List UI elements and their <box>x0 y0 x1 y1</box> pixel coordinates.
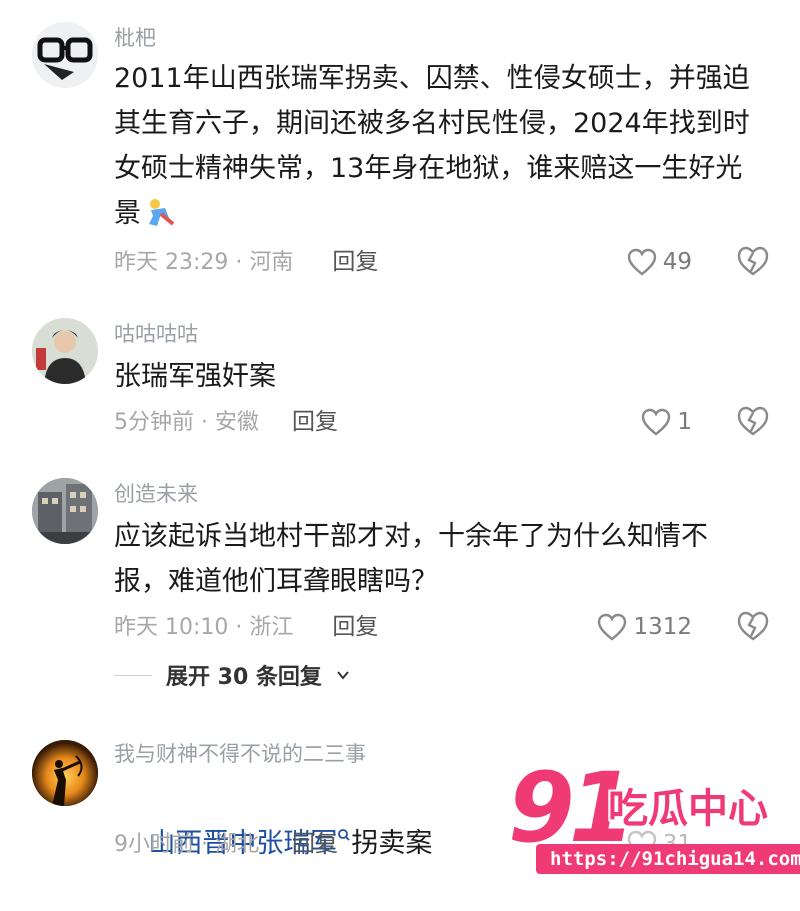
broken-heart-icon <box>737 406 769 436</box>
comment-time-location: 5分钟前 · 安徽 <box>114 410 259 435</box>
comment-item: 枇杷 2011年山西张瑞军拐卖、囚禁、性侵女硕士，并强迫其生育六子，期间还被多名… <box>0 0 800 300</box>
avatar[interactable] <box>32 318 98 384</box>
comment-username[interactable]: 枇杷 <box>114 26 156 50</box>
comment-text: 应该起诉当地村干部才对，十余年了为什么知情不报，难道他们耳聋眼瞎吗？ <box>114 521 708 597</box>
comment-time-location: 昨天 10:10 · 浙江 <box>114 615 294 640</box>
watermark-url: https://91chigua14.com <box>536 844 800 874</box>
dislike-button[interactable] <box>736 405 770 439</box>
reply-button[interactable]: 回复 <box>292 408 338 436</box>
search-icon[interactable] <box>337 828 351 842</box>
heart-icon <box>642 408 671 436</box>
divider <box>114 674 152 676</box>
like-count: 49 <box>662 249 692 275</box>
comment-meta: 9小时前 · 湖北 回复 <box>114 830 338 859</box>
glasses-avatar-icon <box>32 22 98 88</box>
reply-button[interactable]: 回复 <box>332 248 378 276</box>
comment-body: 拐卖案 <box>351 828 433 859</box>
comment-body: 2011年山西张瑞军拐卖、囚禁、性侵女硕士，并强迫其生育六子，期间还被多名村民性… <box>114 63 750 229</box>
dislike-button[interactable] <box>736 610 770 644</box>
dislike-button[interactable] <box>736 245 770 279</box>
watermark-logo: 91 吃瓜中心 https://91chigua14.com <box>496 752 800 882</box>
comment-text: 张瑞军强奸案 <box>114 361 276 392</box>
avatar[interactable] <box>32 22 98 88</box>
running-person-emoji-icon <box>143 197 175 242</box>
heart-icon <box>627 248 656 276</box>
heart-icon <box>598 613 627 641</box>
broken-heart-icon <box>737 611 769 641</box>
broken-heart-icon <box>737 246 769 276</box>
expand-replies-button[interactable]: 展开 30 条回复 <box>114 660 350 690</box>
comment-item: 咕咕咕咕 张瑞军强奸案 5分钟前 · 安徽 回复 1 <box>0 300 800 450</box>
comment-meta: 5分钟前 · 安徽 回复 <box>114 408 338 437</box>
like-button[interactable]: 1 <box>641 404 692 440</box>
comment-meta: 昨天 23:29 · 河南 回复 <box>114 248 378 277</box>
like-count: 1312 <box>633 614 692 640</box>
comment-username[interactable]: 创造未来 <box>114 482 198 506</box>
building-avatar-icon <box>32 478 98 544</box>
expand-replies-label: 展开 30 条回复 <box>166 665 322 690</box>
comment-text: 2011年山西张瑞军拐卖、囚禁、性侵女硕士，并强迫其生育六子，期间还被多名村民性… <box>114 56 764 242</box>
sunset-avatar-icon <box>32 740 98 806</box>
comment-username[interactable]: 我与财神不得不说的二三事 <box>114 742 366 766</box>
comment-time-location: 昨天 23:29 · 河南 <box>114 250 294 275</box>
like-button[interactable]: 1312 <box>597 609 692 645</box>
person-avatar-icon <box>32 318 98 384</box>
like-button[interactable]: 49 <box>627 244 692 280</box>
comment-time-location: 9小时前 · 湖北 <box>114 832 259 857</box>
watermark-brand: 吃瓜中心 <box>608 786 768 832</box>
like-count: 1 <box>677 409 692 435</box>
avatar[interactable] <box>32 740 98 806</box>
reply-button[interactable]: 回复 <box>332 613 378 641</box>
reply-button[interactable]: 回复 <box>292 830 338 858</box>
comment-username[interactable]: 咕咕咕咕 <box>114 322 198 346</box>
comment-meta: 昨天 10:10 · 浙江 回复 <box>114 613 378 642</box>
chevron-down-icon <box>337 671 349 680</box>
avatar[interactable] <box>32 478 98 544</box>
